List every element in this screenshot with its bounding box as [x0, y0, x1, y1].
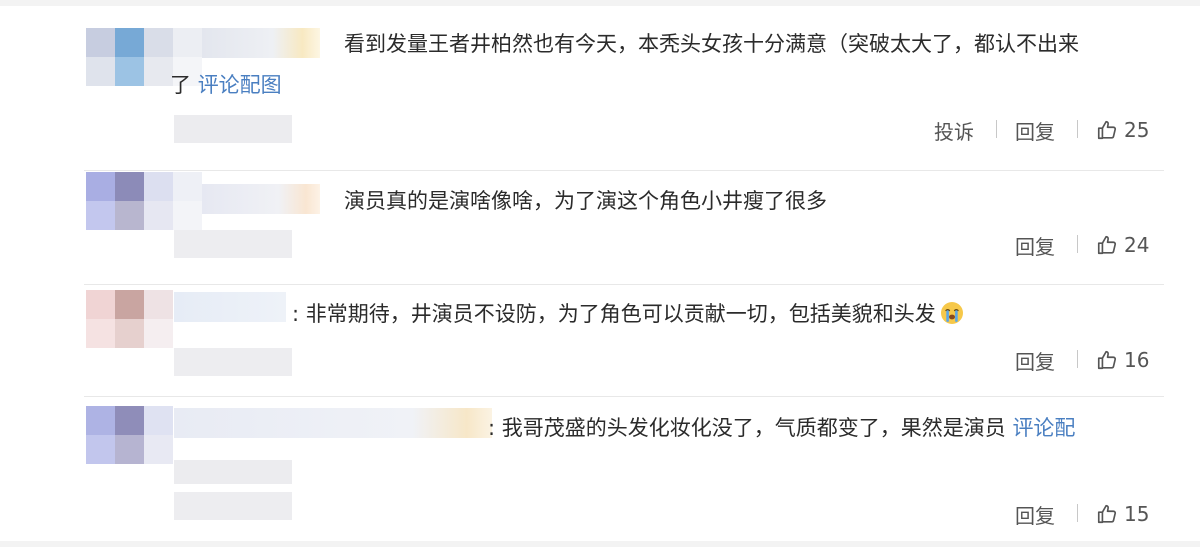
comment-divider: [84, 284, 1164, 285]
thumbs-up-icon: [1097, 504, 1117, 524]
comment-text-line2: 了 评论配图: [170, 71, 282, 99]
action-separator: [1077, 504, 1078, 522]
timestamp-blurred: [174, 492, 292, 520]
like-count: 16: [1124, 348, 1150, 372]
timestamp-blurred: [174, 115, 292, 143]
action-separator: [1077, 120, 1078, 138]
like-button[interactable]: 15: [1096, 502, 1149, 526]
action-separator: [996, 120, 997, 138]
username-blurred[interactable]: [202, 184, 320, 214]
timestamp-blurred: [174, 460, 292, 484]
comment-list: 看到发量王者井柏然也有今天，本秃头女孩十分满意（突破太大了，都认不出来 了 评论…: [0, 0, 1200, 547]
username-blurred[interactable]: [174, 408, 492, 438]
like-count: 15: [1124, 502, 1150, 526]
comment-image-link[interactable]: 评论配图: [198, 73, 282, 97]
like-count: 24: [1124, 233, 1150, 257]
reply-button[interactable]: 回复: [1015, 346, 1055, 375]
like-button[interactable]: 24: [1096, 233, 1149, 257]
comment-text-line1: 看到发量王者井柏然也有今天，本秃头女孩十分满意（突破太大了，都认不出来: [344, 32, 1079, 56]
comment-divider: [84, 396, 1164, 397]
comment-text-prefix: 了: [170, 73, 198, 97]
timestamp-blurred: [174, 348, 292, 376]
comment-text-line1: 演员真的是演啥像啥，为了演这个角色小井瘦了很多: [344, 189, 827, 213]
action-separator: [1077, 235, 1078, 253]
username-blurred[interactable]: [174, 292, 286, 322]
avatar[interactable]: [86, 406, 173, 464]
like-count: 25: [1124, 118, 1150, 142]
thumbs-up-icon: [1097, 350, 1117, 370]
avatar[interactable]: [86, 290, 173, 348]
thumbs-up-icon: [1097, 120, 1117, 140]
comment-text-line1: : 我哥茂盛的头发化妆化没了，气质都变了，果然是演员 评论配: [488, 414, 1075, 442]
top-border: [0, 0, 1200, 6]
timestamp-blurred: [174, 230, 292, 258]
comment-text: : 我哥茂盛的头发化妆化没了，气质都变了，果然是演员: [488, 416, 1013, 440]
like-button[interactable]: 16: [1096, 348, 1149, 372]
bottom-border: [0, 541, 1200, 547]
reply-button[interactable]: 回复: [1015, 116, 1055, 145]
comment-text-line1: : 非常期待，井演员不设防，为了角色可以贡献一切，包括美貌和头发: [292, 300, 964, 328]
thumbs-up-icon: [1097, 235, 1117, 255]
username-blurred[interactable]: [202, 28, 320, 58]
avatar[interactable]: [86, 172, 202, 230]
comment-text: : 非常期待，井演员不设防，为了角色可以贡献一切，包括美貌和头发: [292, 302, 936, 326]
action-separator: [1077, 350, 1078, 368]
comment-image-link[interactable]: 评论配: [1012, 416, 1075, 440]
like-button[interactable]: 25: [1096, 118, 1149, 142]
reply-button[interactable]: 回复: [1015, 500, 1055, 529]
comment-divider: [84, 170, 1164, 171]
report-button[interactable]: 投诉: [934, 116, 974, 145]
crying-face-emoji-icon: [940, 302, 963, 324]
reply-button[interactable]: 回复: [1015, 231, 1055, 260]
